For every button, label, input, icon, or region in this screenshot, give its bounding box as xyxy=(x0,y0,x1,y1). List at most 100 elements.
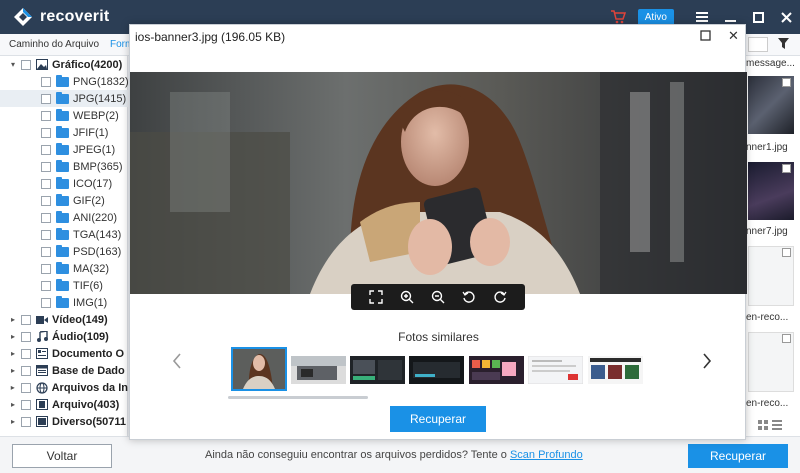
tree-item-subtype[interactable]: JPG(1415) xyxy=(0,90,128,107)
checkbox[interactable] xyxy=(21,399,31,410)
maximize-icon[interactable] xyxy=(700,30,711,41)
chevron-right-icon[interactable]: ▸ xyxy=(8,366,18,376)
tree-item-subtype[interactable]: TIF(6) xyxy=(0,277,128,294)
chevron-right-icon[interactable] xyxy=(702,353,712,369)
tree-item-subtype[interactable]: ICO(17) xyxy=(0,175,128,192)
tree-item-category[interactable]: ▸ Base de Dado xyxy=(0,362,128,379)
similar-thumbnail[interactable] xyxy=(291,356,346,384)
chevron-down-icon[interactable]: ▾ xyxy=(8,60,18,70)
checkbox[interactable] xyxy=(41,246,51,257)
file-type-tree: ▾ Gráfico(4200) PNG(1832) JPG(1415) WEBP(2… xyxy=(0,56,128,436)
tree-item-category[interactable]: ▸ Áudio(109) xyxy=(0,328,128,345)
tree-item-label: Gráfico(4200) xyxy=(52,58,123,71)
checkbox[interactable] xyxy=(41,93,51,104)
file-checkbox[interactable] xyxy=(782,164,791,173)
checkbox[interactable] xyxy=(41,110,51,121)
tree-item-label: Base de Dado xyxy=(52,364,125,377)
tree-item-subtype[interactable]: JPEG(1) xyxy=(0,141,128,158)
recover-button[interactable]: Recuperar xyxy=(688,444,788,468)
list-view-icon[interactable] xyxy=(772,420,782,430)
deep-scan-link[interactable]: Scan Profundo xyxy=(510,449,583,461)
filter-icon[interactable] xyxy=(778,38,789,49)
file-name-label: message... xyxy=(746,58,795,69)
checkbox[interactable] xyxy=(21,314,31,325)
tree-item-subtype[interactable]: IMG(1) xyxy=(0,294,128,311)
similar-thumbnail[interactable] xyxy=(588,356,643,384)
chevron-right-icon[interactable]: ▸ xyxy=(8,417,18,427)
checkbox[interactable] xyxy=(20,382,31,393)
checkbox[interactable] xyxy=(41,212,51,223)
checkbox[interactable] xyxy=(41,178,51,189)
checkbox[interactable] xyxy=(41,297,51,308)
chevron-right-icon[interactable]: ▸ xyxy=(8,349,18,359)
folder-icon xyxy=(56,227,69,240)
maximize-icon[interactable] xyxy=(744,0,772,34)
back-button[interactable]: Voltar xyxy=(12,444,112,468)
checkbox[interactable] xyxy=(41,229,51,240)
file-checkbox[interactable] xyxy=(782,334,791,343)
checkbox[interactable] xyxy=(41,280,51,291)
similar-thumbnail[interactable] xyxy=(469,356,524,384)
status-badge[interactable]: Ativo xyxy=(637,8,674,26)
tree-item-subtype[interactable]: WEBP(2) xyxy=(0,107,128,124)
tree-item-graphics[interactable]: ▾ Gráfico(4200) xyxy=(0,56,128,73)
zoom-in-icon[interactable] xyxy=(400,290,414,304)
tree-item-subtype[interactable]: PSD(163) xyxy=(0,243,128,260)
tab-file-path[interactable]: Caminho do Arquivo xyxy=(9,39,99,50)
zoom-out-icon[interactable] xyxy=(431,290,445,304)
checkbox[interactable] xyxy=(21,416,31,427)
checkbox[interactable] xyxy=(41,144,51,155)
close-icon[interactable] xyxy=(772,0,800,34)
checkbox[interactable] xyxy=(41,161,51,172)
checkbox[interactable] xyxy=(41,127,51,138)
tree-item-subtype[interactable]: TGA(143) xyxy=(0,226,128,243)
checkbox[interactable] xyxy=(21,348,31,359)
tree-item-category[interactable]: ▸ Diverso(50711 xyxy=(0,413,128,430)
tree-item-subtype[interactable]: PNG(1832) xyxy=(0,73,128,90)
folder-icon xyxy=(56,244,69,257)
tree-item-label: Áudio(109) xyxy=(52,330,109,343)
tree-item-category[interactable]: ▸ Arquivo(403) xyxy=(0,396,128,413)
recover-button[interactable]: Recuperar xyxy=(390,406,486,432)
chevron-left-icon[interactable] xyxy=(172,353,182,369)
chevron-right-icon[interactable]: ▸ xyxy=(8,400,18,410)
tree-item-label: Documento O xyxy=(52,347,125,360)
chevron-right-icon[interactable]: ▸ xyxy=(8,383,18,393)
checkbox[interactable] xyxy=(21,331,31,342)
rotate-right-icon[interactable] xyxy=(493,290,507,304)
tree-item-subtype[interactable]: GIF(2) xyxy=(0,192,128,209)
search-input[interactable] xyxy=(748,37,768,52)
similar-photos-title: Fotos similares xyxy=(398,330,479,344)
tree-item-subtype[interactable]: MA(32) xyxy=(0,260,128,277)
tree-item-category[interactable]: ▸ Documento O xyxy=(0,345,128,362)
checkbox[interactable] xyxy=(41,76,51,87)
rotate-left-icon[interactable] xyxy=(462,290,476,304)
checkbox[interactable] xyxy=(21,365,31,376)
fit-screen-icon[interactable] xyxy=(369,290,384,304)
checkbox[interactable] xyxy=(41,263,51,274)
grid-view-icon[interactable] xyxy=(758,420,768,430)
similar-thumbnail[interactable] xyxy=(350,356,405,384)
similar-thumbnail[interactable] xyxy=(231,347,287,391)
chevron-right-icon[interactable]: ▸ xyxy=(8,332,18,342)
tree-item-category[interactable]: ▸ Arquivos da In xyxy=(0,379,128,396)
archive-icon xyxy=(36,399,48,410)
close-icon[interactable]: ✕ xyxy=(728,28,739,44)
app-logo: recoverit xyxy=(12,6,109,28)
file-checkbox[interactable] xyxy=(782,78,791,87)
file-name-label: en-reco... xyxy=(746,398,789,409)
tree-item-subtype[interactable]: JFIF(1) xyxy=(0,124,128,141)
checkbox[interactable] xyxy=(21,59,31,70)
tree-item-subtype[interactable]: BMP(365) xyxy=(0,158,128,175)
globe-icon xyxy=(35,381,48,394)
recoverit-logo-icon xyxy=(12,6,34,28)
tree-item-category[interactable]: ▸ Vídeo(149) xyxy=(0,311,128,328)
chevron-right-icon[interactable]: ▸ xyxy=(8,315,18,325)
similar-thumbnail[interactable] xyxy=(409,356,464,384)
checkbox[interactable] xyxy=(41,195,51,206)
file-checkbox[interactable] xyxy=(782,248,791,257)
thumbnail-scrollbar[interactable] xyxy=(228,396,368,399)
similar-thumbnail[interactable] xyxy=(528,356,583,384)
cart-icon[interactable] xyxy=(610,9,626,25)
tree-item-subtype[interactable]: ANI(220) xyxy=(0,209,128,226)
